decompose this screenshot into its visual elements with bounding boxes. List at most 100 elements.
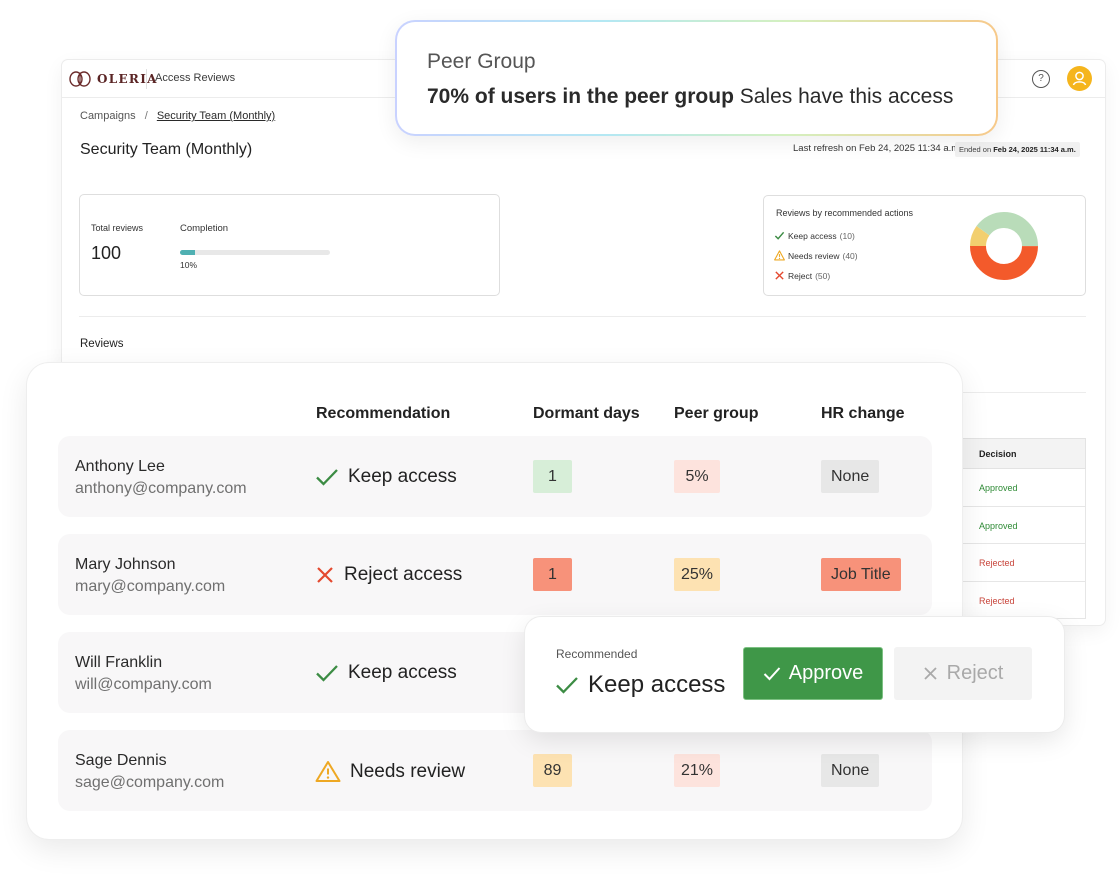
table-row[interactable]: Mary Johnson mary@company.com Reject acc…	[58, 534, 932, 615]
header-peer-group: Peer group	[674, 405, 759, 422]
recommendation-cell: Needs review	[315, 760, 465, 783]
ended-date: Feb 24, 2025 11:34 a.m.	[993, 145, 1076, 154]
hr-change-chip: Job Title	[821, 558, 901, 591]
stats-card: Total reviews 100 Completion 10%	[79, 194, 500, 296]
user-name: Will Franklin	[75, 654, 163, 671]
check-icon	[316, 665, 338, 682]
rec-item-label: Needs review	[788, 250, 840, 261]
table-row[interactable]: Sage Dennis sage@company.com Needs revie…	[58, 730, 932, 811]
section-divider	[79, 316, 1086, 317]
table-row[interactable]: Anthony Lee anthony@company.com Keep acc…	[58, 436, 932, 517]
page-title: Security Team (Monthly)	[80, 141, 253, 158]
completion-label: Completion	[180, 223, 229, 234]
rec-item-count: (10)	[839, 230, 855, 241]
recommended-action: Keep access	[555, 671, 725, 699]
last-refresh-text: Last refresh on Feb 24, 2025 11:34 a.m.	[793, 143, 962, 154]
peer-group-chip[interactable]: 21%	[674, 754, 720, 787]
recommendation-cell: Keep access	[315, 662, 457, 684]
user-icon	[1072, 71, 1087, 86]
user-email: anthony@company.com	[75, 480, 247, 497]
recommended-actions-donut	[970, 212, 1038, 280]
decision-header: Decision	[962, 438, 1086, 469]
recommended-action-popup: Recommended Keep access Approve Reject	[525, 617, 1064, 732]
recommendation-label: Needs review	[350, 760, 466, 782]
approve-button-label: Approve	[788, 662, 864, 684]
recommendation-cell: Reject access	[315, 564, 462, 586]
brand-name: OLERIA	[97, 72, 158, 86]
header-hr-change: HR change	[821, 405, 905, 422]
avatar[interactable]	[1067, 66, 1092, 91]
total-reviews-label: Total reviews	[91, 223, 144, 233]
decision-cell: Approved	[962, 469, 1086, 507]
completion-progress-bar	[180, 250, 330, 255]
decision-cell: Rejected	[962, 581, 1086, 619]
close-icon	[317, 567, 333, 583]
oleria-logo-icon	[69, 71, 91, 87]
user-name: Mary Johnson	[75, 556, 176, 573]
decision-column: Decision Approved Approved Rejected Reje…	[962, 438, 1086, 619]
breadcrumb-campaigns[interactable]: Campaigns	[80, 110, 136, 122]
check-icon	[763, 667, 780, 681]
recommended-actions-card: Reviews by recommended actions Keep acce…	[763, 195, 1086, 296]
help-icon[interactable]: ?	[1032, 70, 1050, 88]
user-email: sage@company.com	[75, 774, 225, 791]
close-icon	[924, 667, 937, 680]
reject-button-label: Reject	[946, 662, 1004, 684]
recommended-action-label: Keep access	[588, 671, 726, 698]
dormant-days-chip: 89	[533, 754, 572, 787]
app-title[interactable]: Access Reviews	[155, 72, 235, 84]
dormant-days-chip: 1	[533, 558, 572, 591]
peer-group-rest: Sales have this access	[733, 85, 954, 108]
peer-group-tooltip-body: Peer Group 70% of users in the peer grou…	[397, 22, 996, 134]
recommendation-label: Reject access	[344, 564, 463, 585]
breadcrumb: Campaigns / Security Team (Monthly)	[80, 110, 275, 122]
breadcrumb-separator: /	[144, 110, 148, 122]
rec-item-reject: Reject (50)	[774, 270, 830, 281]
peer-group-text: 70% of users in the peer group Sales hav…	[427, 85, 953, 109]
peer-group-title: Peer Group	[427, 50, 536, 73]
completion-percent: 10%	[180, 260, 198, 270]
ended-prefix: Ended on	[959, 145, 992, 154]
user-name: Sage Dennis	[75, 752, 167, 769]
peer-group-highlight: 70% of users in the peer group	[427, 85, 734, 108]
recommendation-cell: Keep access	[315, 466, 457, 488]
brand-divider	[146, 69, 147, 89]
check-icon	[774, 231, 785, 240]
hr-change-chip: None	[821, 754, 880, 787]
rec-item-count: (50)	[815, 270, 831, 281]
header-dormant-days: Dormant days	[533, 405, 640, 422]
total-reviews-value: 100	[91, 243, 122, 263]
check-icon	[556, 677, 578, 694]
reviews-section-label: Reviews	[80, 338, 124, 350]
header-recommendation: Recommendation	[316, 405, 451, 422]
completion-progress-fill	[180, 250, 195, 255]
rec-item-label: Keep access	[788, 230, 837, 241]
rec-item-needs-review: Needs review (40)	[774, 250, 858, 261]
decision-cell: Rejected	[962, 544, 1086, 582]
warning-icon	[774, 250, 785, 261]
dormant-days-chip: 1	[533, 460, 572, 493]
breadcrumb-current[interactable]: Security Team (Monthly)	[157, 110, 275, 122]
rec-item-keep: Keep access (10)	[774, 230, 855, 241]
user-name: Anthony Lee	[75, 458, 165, 475]
peer-group-chip[interactable]: 5%	[674, 460, 720, 493]
recommendation-label: Keep access	[348, 662, 457, 683]
reviews-table-panel: Recommendation Dormant days Peer group H…	[27, 363, 962, 839]
user-email: will@company.com	[75, 676, 212, 693]
recommended-label: Recommended	[556, 647, 638, 661]
approve-button[interactable]: Approve	[743, 647, 883, 700]
ended-badge: Ended on Feb 24, 2025 11:34 a.m.	[955, 142, 1080, 157]
peer-group-tooltip: Peer Group 70% of users in the peer grou…	[395, 20, 998, 136]
recommended-actions-title: Reviews by recommended actions	[776, 208, 914, 218]
decision-cell: Approved	[962, 506, 1086, 544]
reject-button[interactable]: Reject	[894, 647, 1032, 700]
user-email: mary@company.com	[75, 578, 226, 595]
rec-item-count: (40)	[842, 250, 858, 261]
check-icon	[316, 469, 338, 486]
rec-item-label: Reject	[788, 270, 813, 281]
close-icon	[775, 271, 784, 280]
warning-icon	[315, 761, 341, 782]
peer-group-chip[interactable]: 25%	[674, 558, 720, 591]
recommendation-label: Keep access	[348, 466, 457, 487]
hr-change-chip: None	[821, 460, 880, 493]
